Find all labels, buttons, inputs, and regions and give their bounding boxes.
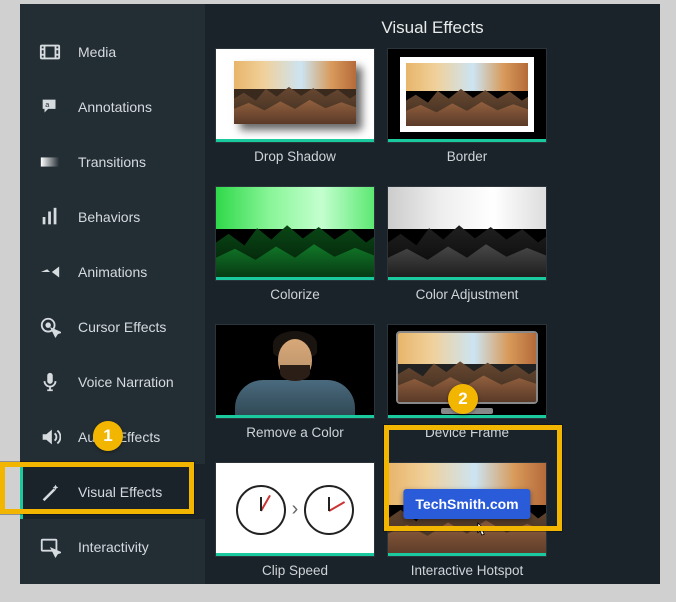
effect-tile-drop-shadow[interactable]: Drop Shadow — [215, 48, 375, 174]
effect-label: Color Adjustment — [387, 281, 547, 312]
effect-label: Border — [387, 143, 547, 174]
sidebar-item-label: Visual Effects — [78, 484, 162, 500]
sidebar-item-label: Cursor Effects — [78, 319, 166, 335]
effect-label: Drop Shadow — [215, 143, 375, 174]
sidebar-item-transitions[interactable]: Transitions — [20, 134, 205, 189]
hotspot-badge: TechSmith.com — [403, 489, 530, 519]
sidebar-item-label: Interactivity — [78, 539, 149, 555]
sidebar-item-visual-effects[interactable]: Visual Effects — [20, 464, 205, 519]
annotations-icon: a — [38, 95, 62, 119]
effect-thumb — [387, 186, 547, 281]
sidebar-item-label: Animations — [78, 264, 147, 280]
cursor-effects-icon — [38, 315, 62, 339]
main-panel: Visual Effects Drop Shadow Border — [205, 4, 660, 584]
effect-thumb: › — [215, 462, 375, 557]
animations-icon — [38, 260, 62, 284]
sidebar-item-label: Transitions — [78, 154, 146, 170]
sidebar-item-label: Media — [78, 44, 116, 60]
effect-label: Device Frame — [387, 419, 547, 450]
effect-thumb — [215, 186, 375, 281]
audio-effects-icon — [38, 425, 62, 449]
effect-tile-colorize[interactable]: Colorize — [215, 186, 375, 312]
effect-tile-interactive-hotspot[interactable]: TechSmith.com Interactive Hotspot — [387, 462, 547, 584]
effect-label: Remove a Color — [215, 419, 375, 450]
effect-thumb: TechSmith.com — [387, 462, 547, 557]
effect-tile-border[interactable]: Border — [387, 48, 547, 174]
effect-tile-color-adjustment[interactable]: Color Adjustment — [387, 186, 547, 312]
effect-label: Colorize — [215, 281, 375, 312]
sidebar-item-label: Behaviors — [78, 209, 140, 225]
sidebar-item-media[interactable]: Media — [20, 24, 205, 79]
sidebar-item-label: Annotations — [78, 99, 152, 115]
effect-tile-remove-a-color[interactable]: Remove a Color — [215, 324, 375, 450]
sidebar-item-behaviors[interactable]: Behaviors — [20, 189, 205, 244]
sidebar-item-interactivity[interactable]: Interactivity — [20, 519, 205, 574]
page-title: Visual Effects — [205, 4, 660, 48]
app-window: Media a Annotations Transitions Behavior… — [20, 4, 660, 584]
microphone-icon — [38, 370, 62, 394]
media-icon — [38, 40, 62, 64]
effect-thumb — [215, 324, 375, 419]
callout-badge-2: 2 — [448, 384, 478, 414]
behaviors-icon — [38, 205, 62, 229]
magic-wand-icon — [38, 480, 62, 504]
clock-icon — [236, 485, 286, 535]
effect-label: Interactive Hotspot — [387, 557, 547, 584]
sidebar: Media a Annotations Transitions Behavior… — [20, 4, 205, 584]
cursor-pointer-icon — [473, 521, 489, 541]
sidebar-item-voice-narration[interactable]: Voice Narration — [20, 354, 205, 409]
sidebar-item-animations[interactable]: Animations — [20, 244, 205, 299]
effect-thumb — [387, 48, 547, 143]
arrow-icon: › — [292, 498, 299, 521]
callout-badge-1: 1 — [93, 421, 123, 451]
sidebar-item-annotations[interactable]: a Annotations — [20, 79, 205, 134]
effect-tile-clip-speed[interactable]: › Clip Speed — [215, 462, 375, 584]
clock-icon — [304, 485, 354, 535]
interactivity-icon — [38, 535, 62, 559]
effect-thumb — [215, 48, 375, 143]
transitions-icon — [38, 150, 62, 174]
effects-grid: Drop Shadow Border Colorize — [205, 48, 660, 584]
sidebar-item-cursor-effects[interactable]: Cursor Effects — [20, 299, 205, 354]
effect-label: Clip Speed — [215, 557, 375, 584]
sidebar-item-label: Voice Narration — [78, 374, 174, 390]
